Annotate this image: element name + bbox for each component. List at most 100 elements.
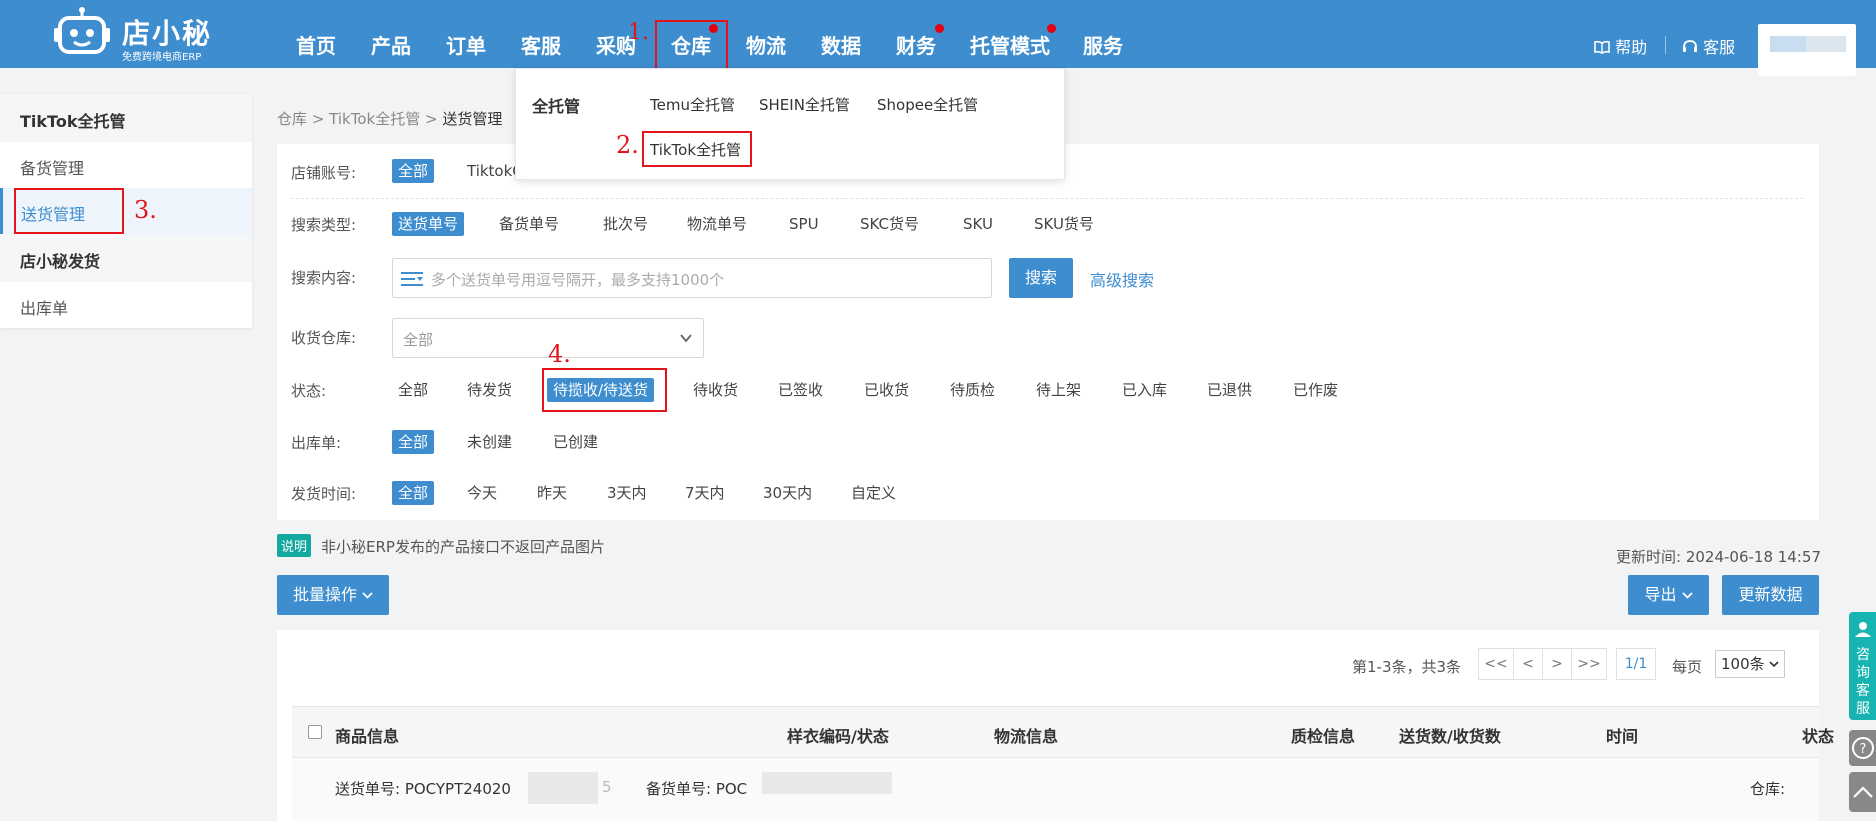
ship-time-option-yesterday[interactable]: 昨天 — [537, 481, 567, 505]
notice-tag: 说明 — [277, 534, 312, 557]
ship-time-option-all[interactable]: 全部 — [392, 481, 435, 505]
search-placeholder: 多个送货单号用逗号隔开，最多支持1000个 — [431, 271, 725, 289]
bulk-actions-button[interactable]: 批量操作 — [277, 575, 389, 615]
update-time: 更新时间: 2024-06-18 14:57 — [1616, 548, 1821, 566]
breadcrumb-separator: > — [424, 110, 438, 128]
column-header: 商品信息 — [335, 727, 400, 746]
search-type-spu[interactable]: SPU — [789, 212, 819, 236]
page-indicator: 1/1 — [1616, 648, 1656, 680]
nav-hosting-mode[interactable]: 托管模式 — [970, 30, 1050, 59]
page-prev-button[interactable]: < — [1513, 648, 1543, 680]
search-type-sku-no[interactable]: SKU货号 — [1034, 212, 1094, 236]
logo-name: 店小秘 — [122, 17, 213, 50]
status-option-received[interactable]: 已收货 — [864, 378, 909, 402]
menu-item-temu[interactable]: Temu全托管 — [650, 94, 735, 115]
consult-support-widget[interactable]: 咨询客服 — [1849, 612, 1876, 720]
sidebar-item-outbound-order[interactable]: 出库单 — [0, 282, 252, 328]
filter-label-store: 店铺账号: — [291, 164, 357, 182]
per-page-label: 每页 — [1672, 658, 1703, 676]
search-type-batch-no[interactable]: 批次号 — [603, 212, 648, 236]
status-option-voided[interactable]: 已作废 — [1293, 378, 1338, 402]
select-all-checkbox[interactable] — [308, 725, 322, 739]
support-label: 客服 — [1703, 38, 1736, 57]
logo-subtitle: 免费跨境电商ERP — [122, 52, 202, 63]
search-type-sku[interactable]: SKU — [963, 212, 993, 236]
nav-finance[interactable]: 财务 — [896, 30, 936, 59]
status-option-pending-shelve[interactable]: 待上架 — [1036, 378, 1081, 402]
ship-time-option-today[interactable]: 今天 — [467, 481, 497, 505]
column-header: 时间 — [1606, 727, 1639, 746]
breadcrumb-separator: > — [311, 110, 325, 128]
back-to-top-button[interactable] — [1849, 772, 1876, 812]
outbound-option-created[interactable]: 已创建 — [553, 430, 598, 454]
support-link[interactable]: 客服 — [1682, 34, 1735, 58]
highlight-box-warehouse — [655, 20, 728, 70]
menu-item-shein[interactable]: SHEIN全托管 — [759, 94, 850, 115]
status-option-stored[interactable]: 已入库 — [1122, 378, 1167, 402]
breadcrumb-tiktok[interactable]: TikTok全托管 — [329, 110, 420, 128]
app-logo[interactable]: 店小秘 免费跨境电商ERP — [54, 4, 214, 63]
filter-label-outbound: 出库单: — [291, 434, 342, 452]
nav-products[interactable]: 产品 — [371, 30, 411, 59]
nav-services[interactable]: 服务 — [1083, 30, 1123, 59]
headset-icon — [1683, 40, 1697, 52]
status-option-signed[interactable]: 已签收 — [778, 378, 823, 402]
list-icon — [401, 272, 423, 286]
step-label-4: 4. — [548, 340, 571, 368]
ship-time-option-7days[interactable]: 7天内 — [685, 481, 725, 505]
redacted-text — [762, 772, 892, 794]
advanced-search-link[interactable]: 高级搜索 — [1090, 267, 1154, 291]
status-option-returned[interactable]: 已退供 — [1207, 378, 1252, 402]
export-label: 导出 — [1644, 585, 1677, 604]
page-last-button[interactable]: >> — [1571, 648, 1607, 680]
page-next-button[interactable]: > — [1542, 648, 1572, 680]
breadcrumb: 仓库 > TikTok全托管 > 送货管理 — [277, 108, 502, 129]
delivery-number-tail: 5 — [602, 778, 612, 796]
filter-label-search-content: 搜索内容: — [291, 269, 357, 287]
search-type-delivery-no[interactable]: 送货单号 — [392, 212, 465, 236]
filter-label-status: 状态: — [291, 382, 327, 400]
table-row[interactable]: 送货单号: POCYPT24020 5 备货单号: POC 仓库: — [292, 758, 1819, 821]
nav-logistics[interactable]: 物流 — [746, 30, 786, 59]
refresh-data-button[interactable]: 更新数据 — [1722, 575, 1819, 615]
filter-label-search-type: 搜索类型: — [291, 216, 357, 234]
nav-home[interactable]: 首页 — [296, 30, 336, 59]
warehouse-dropdown-menu: 全托管 Temu全托管 SHEIN全托管 Shopee全托管 TikTok全托管… — [515, 68, 1065, 180]
sidebar-item-label: 出库单 — [20, 299, 69, 318]
export-button[interactable]: 导出 — [1628, 575, 1709, 615]
help-link[interactable]: 帮助 — [1594, 34, 1647, 58]
status-option-pending-receive[interactable]: 待收货 — [693, 378, 738, 402]
ship-time-option-custom[interactable]: 自定义 — [851, 481, 896, 505]
ship-time-option-30days[interactable]: 30天内 — [763, 481, 812, 505]
results-table-panel: 第1-3条，共3条 << < > >> 1/1 每页 100条 商品信息 样衣编… — [277, 630, 1834, 821]
ship-time-option-3days[interactable]: 3天内 — [607, 481, 647, 505]
outbound-option-all[interactable]: 全部 — [392, 430, 435, 454]
status-option-pending-qc[interactable]: 待质检 — [950, 378, 995, 402]
outbound-option-not-created[interactable]: 未创建 — [467, 430, 512, 454]
filter-panel: 店铺账号: 全部 TiktokG 搜索类型: 送货单号 备货单号 批次号 物流单… — [277, 144, 1819, 520]
warehouse-label: 仓库: — [1750, 780, 1786, 798]
store-option-all[interactable]: 全部 — [392, 159, 435, 183]
nav-orders[interactable]: 订单 — [446, 30, 486, 59]
search-type-skc[interactable]: SKC货号 — [860, 212, 919, 236]
page-first-button[interactable]: << — [1478, 648, 1514, 680]
sidebar-item-stock-management[interactable]: 备货管理 — [0, 142, 252, 188]
search-button[interactable]: 搜索 — [1009, 258, 1073, 298]
status-option-pending-ship[interactable]: 待发货 — [467, 378, 512, 402]
chevron-down-icon — [1769, 661, 1779, 668]
status-option-all[interactable]: 全部 — [398, 378, 428, 402]
nav-customer-service[interactable]: 客服 — [521, 30, 561, 59]
help-widget[interactable]: ? — [1849, 730, 1876, 766]
highlight-box-tiktok — [642, 131, 752, 167]
per-page-select[interactable]: 100条 — [1715, 650, 1785, 678]
nav-data[interactable]: 数据 — [821, 30, 861, 59]
breadcrumb-warehouse[interactable]: 仓库 — [277, 110, 307, 128]
chevron-down-icon — [362, 592, 373, 599]
user-account-menu[interactable] — [1758, 24, 1856, 76]
menu-item-shopee[interactable]: Shopee全托管 — [877, 94, 978, 115]
robot-logo-icon — [54, 7, 110, 54]
search-type-stock-no[interactable]: 备货单号 — [499, 212, 559, 236]
warehouse-select-value: 全部 — [403, 331, 434, 349]
search-type-logistics-no[interactable]: 物流单号 — [687, 212, 747, 236]
search-input[interactable]: 多个送货单号用逗号隔开，最多支持1000个 — [392, 258, 992, 298]
